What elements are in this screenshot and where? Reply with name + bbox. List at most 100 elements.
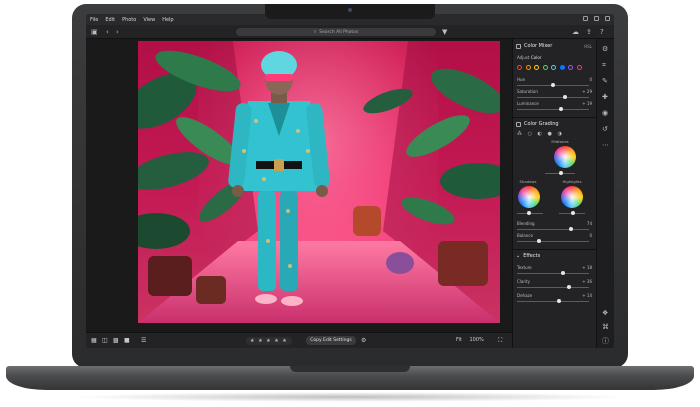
minimize-icon[interactable] [583, 16, 588, 21]
hinge-lip [290, 366, 410, 372]
maximize-icon[interactable] [594, 16, 599, 21]
effects-header[interactable]: ⌄ Effects [516, 253, 540, 259]
dehaze-knob[interactable] [557, 299, 561, 303]
search-icon: ⌕ [313, 30, 317, 35]
shadows-label: Shadows [519, 179, 537, 184]
sliders-icon[interactable]: ⚙ [602, 45, 608, 53]
hue-value: 0 [589, 77, 592, 82]
grading-mode-icons[interactable]: ⁂ ○ ◐ ● ◑ [517, 131, 564, 137]
shadows-knob[interactable] [527, 211, 531, 215]
healing-icon[interactable]: ✚ [602, 93, 608, 101]
forward-arrow-icon[interactable]: › [116, 28, 119, 36]
swatch-purple[interactable] [568, 65, 573, 70]
crop-icon[interactable]: ⌗ [602, 61, 606, 69]
blending-knob[interactable] [569, 227, 573, 231]
texture-knob[interactable] [561, 271, 565, 275]
hsl-badge: HSL [584, 44, 592, 49]
color-mixer-icon [516, 43, 521, 49]
webcam-icon [348, 8, 352, 12]
top-toolbar: ▣ ‹ › ⌕ Search All Photos ▼ ☁ ⇪ ? [86, 25, 614, 39]
clarity-slider[interactable] [517, 285, 589, 289]
help-icon[interactable]: ? [600, 28, 604, 36]
adjust-select[interactable]: Color [531, 55, 541, 60]
swatch-magenta[interactable] [576, 65, 582, 70]
luminance-knob[interactable] [559, 107, 563, 111]
highlights-luminance-slider[interactable] [559, 211, 585, 215]
edit-panel: Color Mixer HSL Adjust Color Hue 0 Satur… [512, 39, 597, 348]
filter-icon[interactable]: ▼ [442, 28, 447, 36]
swatch-red[interactable] [517, 65, 522, 70]
texture-slider[interactable] [517, 271, 589, 275]
compare-icon[interactable]: ◫ [102, 337, 108, 345]
grid-view-icon[interactable]: ▩ [113, 337, 119, 345]
zoom-value: 100% [469, 337, 484, 343]
dehaze-slider[interactable] [517, 299, 589, 303]
bottom-bar: ▦ ◫ ▩ ■ ☰ ★ ★ ★ ★ ★ Copy Edit Settings ⚙… [86, 332, 512, 348]
shadows-luminance-slider[interactable] [517, 211, 543, 215]
star-rating[interactable]: ★ ★ ★ ★ ★ [246, 337, 292, 345]
swatch-yellow[interactable] [534, 65, 539, 70]
clarity-knob[interactable] [567, 285, 571, 289]
back-arrow-icon[interactable]: ‹ [106, 28, 109, 36]
swatch-orange[interactable] [525, 65, 531, 70]
share-icon[interactable]: ⇪ [586, 28, 592, 36]
midtones-luminance-slider[interactable] [545, 171, 575, 175]
swatch-green[interactable] [542, 65, 548, 70]
color-grading-header[interactable]: Color Grading [516, 121, 559, 127]
edited-photo[interactable] [138, 41, 500, 323]
menu-file[interactable]: File [90, 17, 98, 23]
copy-edit-settings-button[interactable]: Copy Edit Settings [306, 336, 356, 345]
cloud-icon[interactable]: ☁ [572, 28, 579, 36]
balance-knob[interactable] [537, 239, 541, 243]
zoom-control[interactable]: Fit 100% [456, 337, 484, 343]
midtones-label: Midtones [551, 139, 569, 144]
history-icon[interactable]: ↺ [602, 125, 608, 133]
brush-icon[interactable]: ✎ [602, 77, 608, 85]
highlights-knob[interactable] [571, 211, 575, 215]
highlights-wheel[interactable] [561, 186, 583, 208]
saturation-slider[interactable] [517, 95, 589, 99]
hue-knob[interactable] [551, 83, 555, 87]
gear-icon[interactable]: ⚙ [361, 337, 366, 345]
photo-illustration [138, 41, 500, 323]
copy-edit-settings-label: Copy Edit Settings [310, 338, 352, 343]
swatch-blue[interactable] [559, 65, 565, 70]
presets-icon[interactable]: ❖ [602, 309, 608, 317]
search-placeholder: Search All Photos [319, 29, 359, 35]
chevron-down-icon: ⌄ [516, 253, 521, 259]
luminance-label: Luminance [517, 101, 539, 106]
color-mixer-title: Color Mixer [524, 43, 553, 49]
blending-label: Blending [517, 221, 535, 226]
shadows-wheel[interactable] [518, 186, 540, 208]
effects-title: Effects [523, 253, 541, 259]
menu-edit[interactable]: Edit [105, 17, 115, 23]
color-mixer-header[interactable]: Color Mixer [516, 43, 552, 49]
hue-slider[interactable] [517, 83, 589, 87]
menu-help[interactable]: Help [162, 17, 173, 23]
balance-slider[interactable] [517, 239, 589, 243]
menu-photo[interactable]: Photo [122, 17, 136, 23]
luminance-slider[interactable] [517, 107, 589, 111]
color-swatches [517, 65, 582, 70]
single-view-icon[interactable]: ■ [124, 337, 130, 345]
grid-icon[interactable]: ▦ [91, 337, 97, 345]
midtones-wheel[interactable] [554, 146, 576, 168]
info-icon[interactable]: ⓘ [602, 337, 609, 345]
saturation-knob[interactable] [563, 95, 567, 99]
more-icon[interactable]: ⋯ [602, 141, 609, 149]
balance-value: 0 [589, 233, 592, 238]
sidebar-icon[interactable]: ▣ [91, 28, 98, 36]
sort-icon[interactable]: ☰ [141, 337, 146, 345]
blending-slider[interactable] [517, 227, 589, 231]
texture-label: Texture [517, 265, 532, 270]
swatch-aqua[interactable] [551, 65, 556, 70]
tag-icon[interactable]: ⌘ [602, 323, 609, 331]
fullscreen-icon[interactable]: ⛶ [498, 337, 502, 345]
midtones-knob[interactable] [559, 171, 563, 175]
close-icon[interactable] [605, 16, 610, 21]
clarity-label: Clarity [517, 279, 531, 284]
mask-icon[interactable]: ◉ [602, 109, 608, 117]
zoom-fit-label: Fit [456, 337, 462, 343]
menu-view[interactable]: View [143, 17, 155, 23]
search-bar[interactable]: ⌕ Search All Photos [236, 28, 436, 36]
